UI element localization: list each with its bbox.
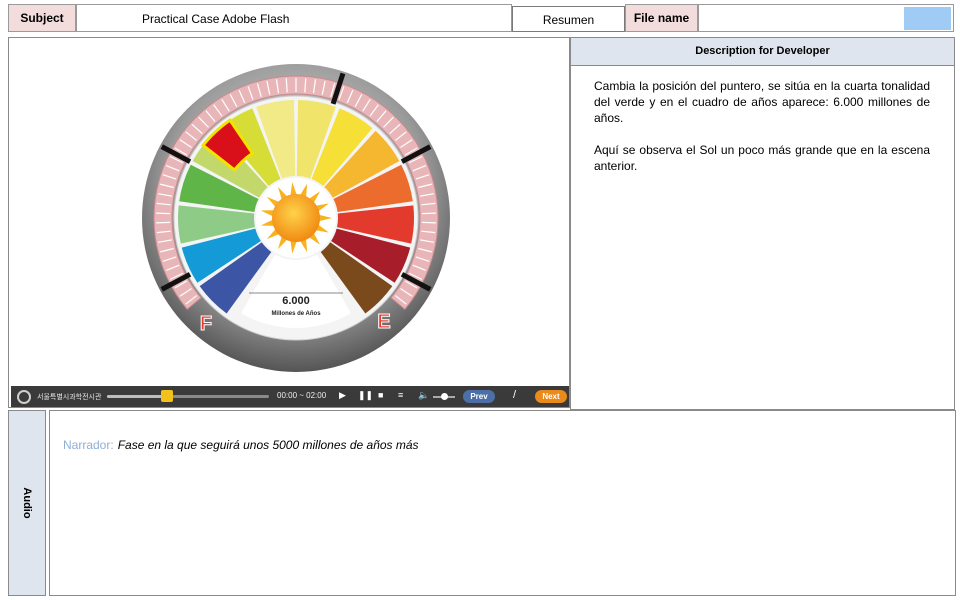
dial-label-right: E bbox=[377, 311, 390, 333]
file-name-label: File name bbox=[625, 4, 698, 32]
progress-thumb[interactable] bbox=[161, 390, 173, 402]
audio-label: Audio bbox=[21, 487, 33, 519]
audio-script-box: Narrador: Fase en la que seguirá unos 500… bbox=[49, 410, 956, 596]
color-dial: 6.000 Millones de Años F E bbox=[142, 64, 450, 372]
narrator-label: Narrador: bbox=[63, 438, 114, 452]
speaker-icon[interactable]: 🔈 bbox=[418, 390, 429, 401]
pause-icon[interactable]: ❚❚ bbox=[358, 390, 373, 401]
narrator-text: Fase en la que seguirá unos 5000 millone… bbox=[117, 438, 419, 452]
progress-track[interactable] bbox=[107, 395, 269, 398]
dial-value: 6.000 bbox=[282, 295, 310, 307]
volume-knob[interactable] bbox=[441, 393, 448, 400]
sun-icon bbox=[272, 194, 320, 242]
stop-icon[interactable]: ■ bbox=[378, 390, 383, 400]
dial-graphic bbox=[142, 64, 450, 372]
play-icon[interactable]: ▶ bbox=[339, 390, 346, 401]
description-paragraph-2: Aquí se observa el Sol un poco más grand… bbox=[594, 143, 930, 173]
description-title: Description for Developer bbox=[571, 38, 954, 66]
nav-separator: / bbox=[513, 389, 517, 401]
next-button[interactable]: Next bbox=[535, 390, 567, 403]
dial-label-left: F bbox=[200, 313, 212, 335]
subject-value: Practical Case Adobe Flash bbox=[76, 4, 512, 32]
audio-label-panel: Audio bbox=[8, 410, 46, 596]
org-name: 서울특별시과학전시관 bbox=[37, 393, 102, 401]
prev-button[interactable]: Prev bbox=[463, 390, 495, 403]
description-panel: Description for Developer Cambia la posi… bbox=[570, 37, 955, 410]
flash-stage: 6.000 Millones de Años F E 서울특별시과학전시관 00… bbox=[8, 37, 570, 408]
menu-icon[interactable]: ≡ bbox=[398, 390, 403, 400]
description-paragraph-1: Cambia la posición del puntero, se sitúa… bbox=[594, 79, 930, 125]
progress-fill bbox=[107, 395, 163, 398]
description-body: Cambia la posición del puntero, se sitúa… bbox=[571, 66, 954, 174]
color-swatch bbox=[904, 7, 951, 30]
dial-unit: Millones de Años bbox=[271, 311, 321, 317]
resumen-button[interactable]: Resumen bbox=[512, 6, 625, 32]
time-readout: 00:00 ~ 02:00 bbox=[277, 391, 327, 400]
subject-label: Subject bbox=[8, 4, 76, 32]
media-player-bar: 서울특별시과학전시관 00:00 ~ 02:00 ▶ ❚❚ ■ ≡ 🔈 Prev… bbox=[11, 386, 569, 407]
org-logo-icon bbox=[17, 389, 31, 404]
